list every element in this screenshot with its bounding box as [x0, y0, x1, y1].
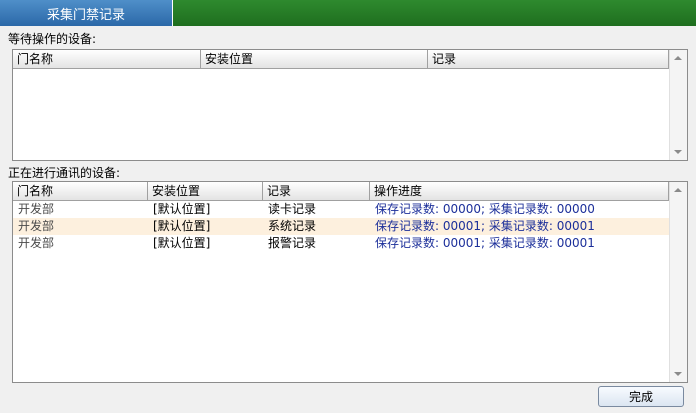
active-devices-label: 正在进行通讯的设备: [8, 166, 121, 180]
column-header-record[interactable]: 记录 [428, 50, 669, 68]
title-bar: 采集门禁记录 [0, 0, 696, 26]
cell-progress: 保存记录数: 00001; 采集记录数: 00001 [375, 236, 595, 250]
column-header-door-name[interactable]: 门名称 [13, 182, 148, 200]
active-devices-grid[interactable]: 门名称 安装位置 记录 操作进度 开发部 [默认位置] 读卡记录 保存记录数: … [12, 181, 688, 383]
table-row[interactable]: 开发部 [默认位置] 报警记录 保存记录数: 00001; 采集记录数: 000… [13, 235, 669, 252]
waiting-devices-label: 等待操作的设备: [8, 32, 97, 46]
tab-collect-access-records[interactable]: 采集门禁记录 [0, 0, 173, 26]
cell-door-name: 开发部 [18, 219, 55, 233]
column-header-progress[interactable]: 操作进度 [370, 182, 669, 200]
column-header-record[interactable]: 记录 [263, 182, 370, 200]
tab-label: 采集门禁记录 [46, 7, 125, 23]
waiting-devices-grid[interactable]: 门名称 安装位置 记录 [12, 49, 688, 161]
cell-record-type: 报警记录 [268, 236, 317, 250]
finish-button[interactable]: 完成 [598, 386, 684, 407]
cell-install-location: [默认位置] [153, 202, 211, 216]
cell-progress: 保存记录数: 00000; 采集记录数: 00000 [375, 202, 595, 216]
cell-progress: 保存记录数: 00001; 采集记录数: 00001 [375, 219, 595, 233]
scroll-up-arrow-icon[interactable] [674, 188, 682, 192]
cell-door-name: 开发部 [18, 236, 55, 250]
table-row[interactable]: 开发部 [默认位置] 读卡记录 保存记录数: 00000; 采集记录数: 000… [13, 201, 669, 218]
cell-record-type: 系统记录 [268, 219, 317, 233]
scroll-up-arrow-icon[interactable] [674, 56, 682, 60]
cell-install-location: [默认位置] [153, 236, 211, 250]
active-grid-scrollbar[interactable] [669, 182, 687, 382]
table-row[interactable]: 开发部 [默认位置] 系统记录 保存记录数: 00001; 采集记录数: 000… [13, 218, 669, 235]
scroll-down-arrow-icon[interactable] [674, 150, 682, 154]
active-grid-header: 门名称 安装位置 记录 操作进度 [13, 182, 669, 201]
scroll-down-arrow-icon[interactable] [674, 372, 682, 376]
waiting-grid-header: 门名称 安装位置 记录 [13, 50, 669, 69]
active-grid-rows: 开发部 [默认位置] 读卡记录 保存记录数: 00000; 采集记录数: 000… [13, 201, 669, 252]
column-header-install-location[interactable]: 安装位置 [148, 182, 263, 200]
column-header-install-location[interactable]: 安装位置 [201, 50, 428, 68]
column-header-door-name[interactable]: 门名称 [13, 50, 201, 68]
cell-install-location: [默认位置] [153, 219, 211, 233]
waiting-grid-scrollbar[interactable] [669, 50, 687, 160]
cell-door-name: 开发部 [18, 202, 55, 216]
cell-record-type: 读卡记录 [268, 202, 317, 216]
